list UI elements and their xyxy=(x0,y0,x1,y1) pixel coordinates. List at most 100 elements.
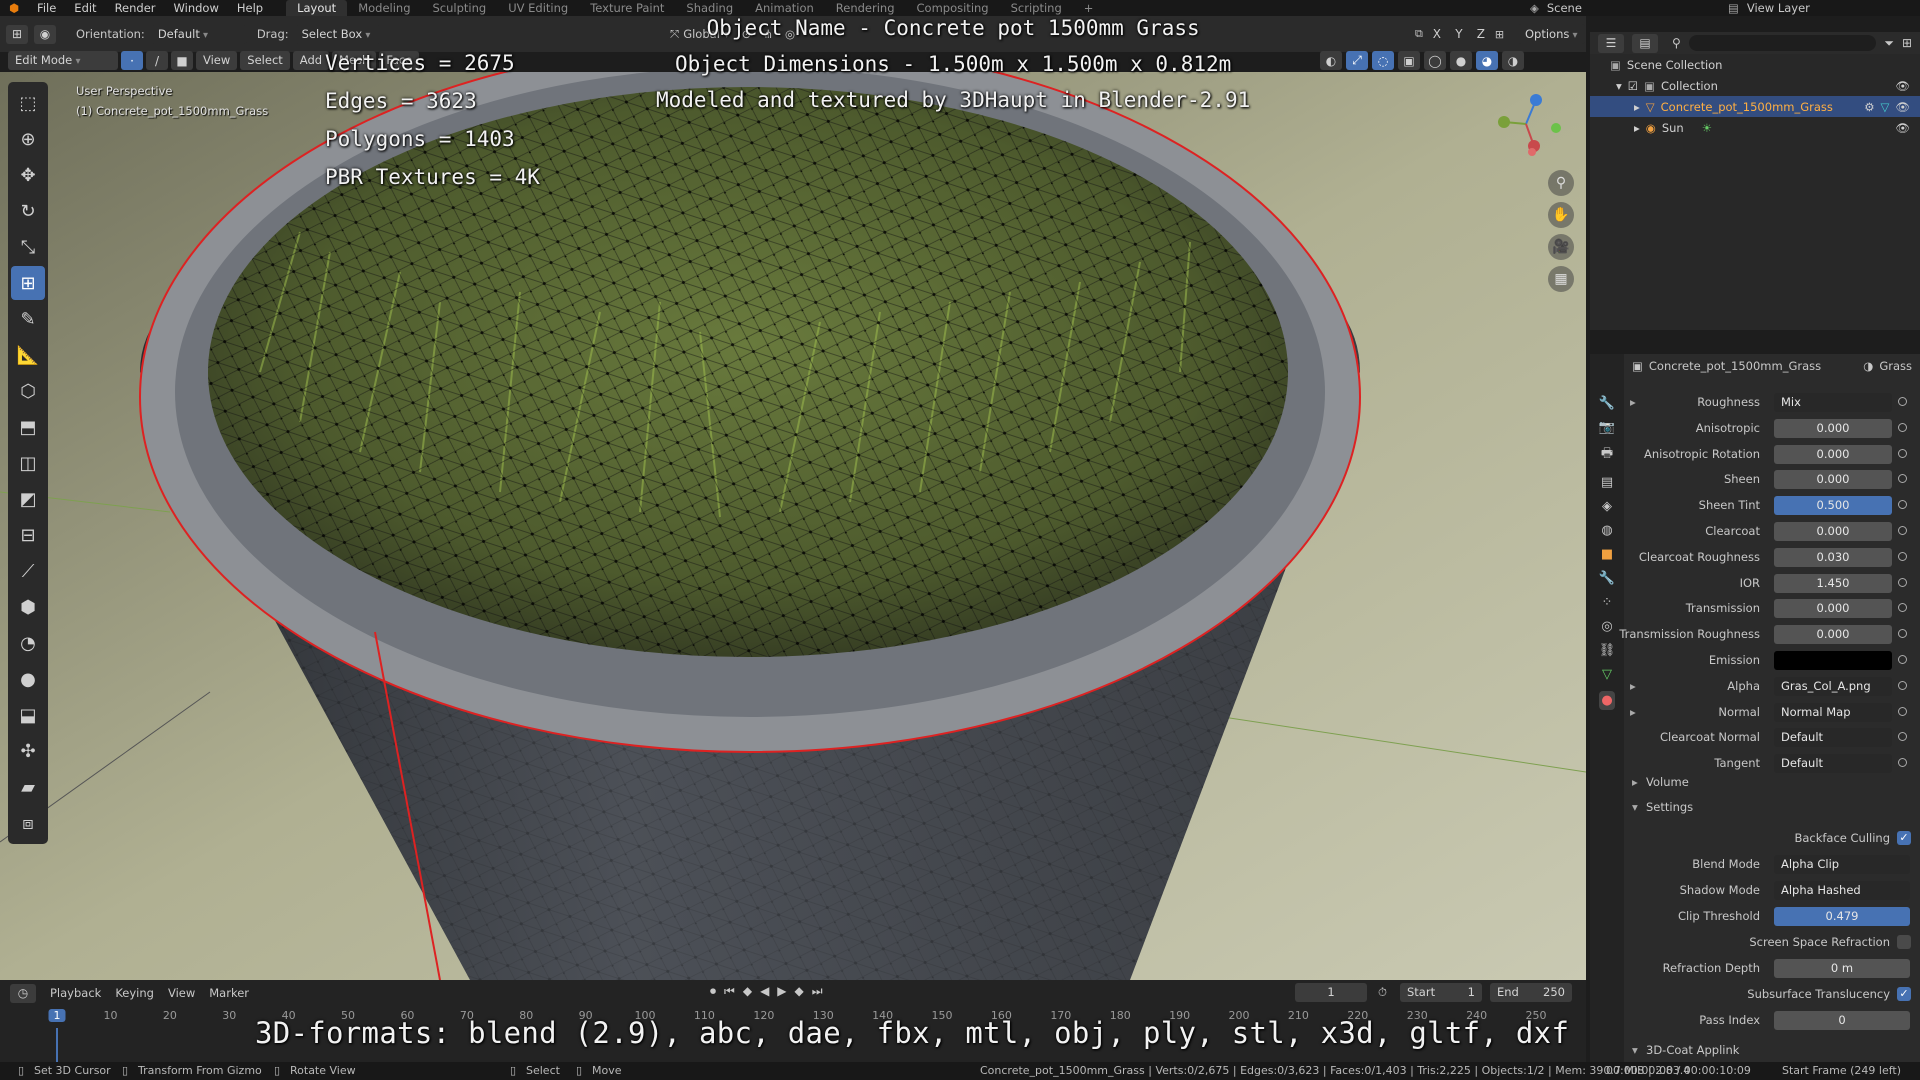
property-field[interactable]: Default xyxy=(1774,754,1892,774)
property-field[interactable]: 0.500 xyxy=(1774,496,1892,516)
tab-sculpting[interactable]: Sculpting xyxy=(422,0,498,16)
options-dropdown[interactable]: Options xyxy=(1518,24,1585,44)
record-icon[interactable]: ⏺ xyxy=(710,984,716,999)
settings-section[interactable]: ▾ Settings xyxy=(1590,797,1920,819)
add-menu[interactable]: Add xyxy=(292,51,330,70)
backface-culling-checkbox[interactable]: ✓ xyxy=(1897,831,1911,845)
visibility-eye-icon[interactable]: 👁 xyxy=(1895,79,1910,93)
rip-region-tool-icon[interactable]: ⧈ xyxy=(11,806,45,840)
mirror-z-toggle[interactable]: Z xyxy=(1473,26,1489,42)
property-field[interactable]: Mix xyxy=(1774,393,1892,412)
shadow-mode-dropdown[interactable]: Alpha Hashed xyxy=(1774,881,1910,900)
socket-link-icon[interactable] xyxy=(1898,577,1907,587)
sss-checkbox[interactable]: ✓ xyxy=(1897,987,1911,1001)
marker-menu[interactable]: Marker xyxy=(209,986,249,1000)
socket-link-icon[interactable] xyxy=(1898,655,1907,664)
checkbox-icon[interactable]: ☑ xyxy=(1628,79,1638,93)
camera-view-icon[interactable]: 🎥 xyxy=(1548,234,1574,260)
socket-link-icon[interactable] xyxy=(1898,758,1907,768)
display-mode-icon[interactable]: ▤ xyxy=(1632,33,1658,53)
current-frame-field[interactable]: 1 xyxy=(1295,983,1367,1002)
move-tool-icon[interactable]: ✥ xyxy=(11,158,45,192)
outliner-row-sun[interactable]: ▸ ◉ Sun ☀ 👁 xyxy=(1590,117,1920,138)
editor-type-icon[interactable]: ◷ xyxy=(10,983,36,1003)
property-field[interactable]: 0.030 xyxy=(1774,547,1892,567)
select-box-tool-icon[interactable]: ⬚ xyxy=(11,86,45,120)
scene-selector[interactable]: ◈ Scene xyxy=(1530,0,1582,16)
edge-slide-tool-icon[interactable]: ⬓ xyxy=(11,698,45,732)
refraction-depth-field[interactable]: 0 m xyxy=(1774,959,1910,978)
perspective-toggle-icon[interactable]: ▦ xyxy=(1548,266,1574,292)
property-field[interactable]: 0.000 xyxy=(1774,418,1892,438)
socket-link-icon[interactable] xyxy=(1898,474,1907,484)
search-icon[interactable]: ⚲ xyxy=(1672,36,1681,50)
jump-end-icon[interactable]: ⏭ xyxy=(812,984,823,999)
auto-merge-icon[interactable]: ⊞ xyxy=(1495,28,1504,41)
mode-dropdown[interactable]: Edit Mode xyxy=(8,51,118,70)
shear-tool-icon[interactable]: ▰ xyxy=(11,770,45,804)
play-reverse-icon[interactable]: ◀ xyxy=(760,984,769,999)
filter-icon[interactable]: ⏷ xyxy=(1884,36,1894,51)
3d-viewport[interactable] xyxy=(0,72,1586,980)
start-frame-field[interactable]: Start 1 xyxy=(1400,983,1482,1002)
pass-index-field[interactable]: 0 xyxy=(1774,1011,1910,1030)
socket-link-icon[interactable] xyxy=(1898,706,1907,716)
socket-link-icon[interactable] xyxy=(1898,680,1907,690)
editor-type-icon[interactable]: ⊞ xyxy=(6,24,28,44)
playback-menu[interactable]: Playback xyxy=(50,986,101,1000)
expand-icon[interactable]: ▸ xyxy=(1634,121,1640,135)
transform-tool-icon[interactable]: ⊞ xyxy=(11,266,45,300)
shrink-fatten-tool-icon[interactable]: ✣ xyxy=(11,734,45,768)
zoom-icon[interactable]: ⚲ xyxy=(1548,170,1574,196)
menu-render[interactable]: Render xyxy=(106,0,165,16)
inset-tool-icon[interactable]: ◫ xyxy=(11,446,45,480)
property-field[interactable]: 0.000 xyxy=(1774,599,1892,619)
view-menu[interactable]: View xyxy=(196,51,238,70)
expand-icon[interactable]: ▸ xyxy=(1630,395,1636,409)
extrude-tool-icon[interactable]: ⬒ xyxy=(11,410,45,444)
bevel-tool-icon[interactable]: ◩ xyxy=(11,482,45,516)
gizmo-icon[interactable]: ⤢ xyxy=(1346,51,1368,70)
next-keyframe-icon[interactable]: ◆ xyxy=(795,984,804,999)
applink-section[interactable]: ▾ 3D-Coat Applink xyxy=(1590,1040,1920,1062)
visibility-icon[interactable]: ◐ xyxy=(1320,51,1342,70)
tool-settings-icon[interactable]: ◉ xyxy=(34,24,56,44)
wireframe-shading-icon[interactable]: ◯ xyxy=(1424,51,1446,70)
annotate-tool-icon[interactable]: ✎ xyxy=(11,302,45,336)
expand-icon[interactable]: ▾ xyxy=(1616,79,1622,93)
outliner-search-input[interactable] xyxy=(1688,35,1877,51)
xray-icon[interactable]: ▣ xyxy=(1398,51,1420,70)
spin-tool-icon[interactable]: ◔ xyxy=(11,626,45,660)
add-cube-tool-icon[interactable]: ⬡ xyxy=(11,374,45,408)
mesh-data-icon[interactable]: ▽ xyxy=(1881,100,1890,114)
tab-layout[interactable]: Layout xyxy=(286,0,348,16)
property-field[interactable] xyxy=(1774,651,1892,670)
editor-type-icon[interactable]: ☰ xyxy=(1598,33,1624,53)
socket-link-icon[interactable] xyxy=(1898,732,1907,742)
play-icon[interactable]: ▶ xyxy=(777,984,786,999)
outliner-row-object[interactable]: ▸ ▽ Concrete_pot_1500mm_Grass ⚙ ▽ 👁 xyxy=(1590,96,1920,117)
visibility-eye-icon[interactable]: 👁 xyxy=(1895,121,1910,135)
orientation-dropdown[interactable]: Default xyxy=(150,24,247,44)
prev-keyframe-icon[interactable]: ◆ xyxy=(743,984,752,999)
property-field[interactable]: Default xyxy=(1774,728,1892,748)
measure-tool-icon[interactable]: 📐 xyxy=(11,338,45,372)
socket-link-icon[interactable] xyxy=(1898,629,1907,639)
property-field[interactable]: 0.000 xyxy=(1774,522,1892,541)
poly-build-tool-icon[interactable]: ⬢ xyxy=(11,590,45,624)
solid-shading-icon[interactable]: ● xyxy=(1450,51,1472,70)
socket-link-icon[interactable] xyxy=(1898,526,1907,535)
property-field[interactable]: 0.000 xyxy=(1774,470,1892,490)
volume-section[interactable]: ▸ Volume xyxy=(1590,772,1920,794)
expand-icon[interactable]: ▸ xyxy=(1634,100,1640,114)
loop-cut-tool-icon[interactable]: ⊟ xyxy=(11,518,45,552)
clip-threshold-field[interactable]: 0.479 xyxy=(1774,907,1910,926)
cursor-tool-icon[interactable]: ⊕ xyxy=(11,122,45,156)
new-collection-icon[interactable]: ⊞ xyxy=(1902,36,1912,50)
knife-tool-icon[interactable]: ⟋ xyxy=(11,554,45,588)
menu-file[interactable]: File xyxy=(28,0,65,16)
property-field[interactable]: 0.000 xyxy=(1774,625,1892,645)
expand-icon[interactable]: ▸ xyxy=(1630,705,1636,719)
end-frame-field[interactable]: End 250 xyxy=(1490,983,1572,1002)
rotate-tool-icon[interactable]: ↻ xyxy=(11,194,45,228)
